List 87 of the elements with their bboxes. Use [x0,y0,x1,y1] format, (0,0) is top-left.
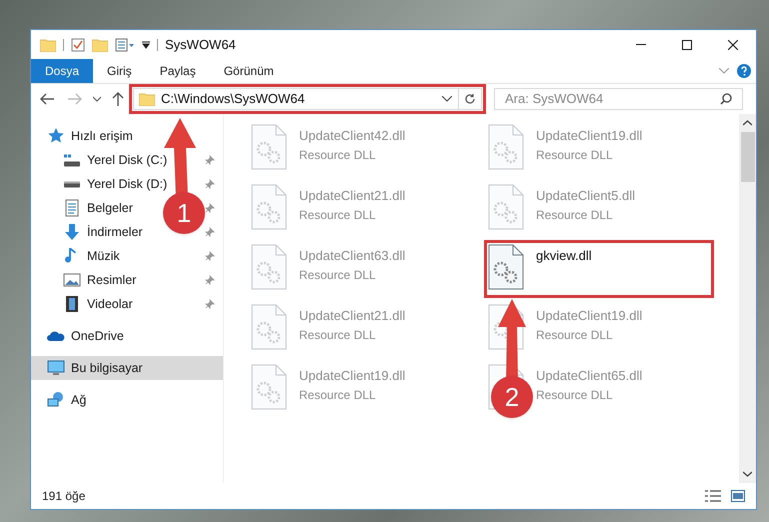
up-arrow-icon[interactable] [111,91,125,107]
sidebar-item[interactable]: Ağ [31,388,90,412]
file-type: Resource DLL [536,146,614,164]
download-arrow-icon [63,223,81,241]
minimize-icon [636,44,646,45]
maximize-icon [682,40,692,50]
network-icon [47,391,65,409]
pin-icon[interactable] [205,299,215,309]
file-type: Resource DLL [536,326,614,344]
document-icon [63,199,81,217]
dll-file-icon [488,124,524,170]
address-bar[interactable]: C:\Windows\SysWOW64 [133,88,482,110]
sidebar-item[interactable]: OneDrive [31,324,128,348]
pin-icon[interactable] [205,275,215,285]
file-name[interactable]: gkview.dll [536,246,592,266]
address-path: C:\Windows\SysWOW64 [161,90,305,108]
dll-file-icon [251,304,287,350]
dll-file-icon [251,364,287,410]
new-folder-icon [92,38,108,52]
folder-icon [139,92,155,106]
scroll-down-icon[interactable] [743,471,752,477]
ribbon-tab[interactable]: Görünüm [210,59,288,83]
search-input[interactable]: Ara: SysWOW64 [505,89,720,109]
scrollbar-thumb[interactable] [740,132,754,182]
file-type: Resource DLL [299,326,377,344]
scrollbar[interactable] [739,114,756,483]
refresh-icon[interactable] [464,93,476,105]
sidebar-label: Müzik [87,248,120,265]
sidebar-item[interactable]: Yerel Disk (C:) [31,148,172,172]
sidebar-label: Ağ [71,392,86,409]
pin-icon[interactable] [205,227,215,237]
file-type: Resource DLL [299,386,377,404]
chevron-down-icon[interactable] [442,96,452,102]
file-type: Resource DLL [536,206,614,224]
pin-icon[interactable] [205,155,215,165]
close-icon [728,40,738,50]
item-count: 191 öğe [42,488,86,505]
search-icon[interactable] [720,93,732,105]
pin-icon[interactable] [205,251,215,261]
film-icon [63,295,81,313]
file-type: Resource DLL [299,146,377,164]
window-title: SysWOW64 [165,36,236,54]
search-field[interactable]: Ara: SysWOW64 [494,88,743,110]
sidebar-item[interactable]: Bu bilgisayar [31,356,223,380]
help-icon[interactable] [737,64,751,78]
dropdown-caret-icon[interactable] [142,40,150,48]
dll-file-icon [251,184,287,230]
ribbon-tab[interactable]: Dosya [31,59,94,83]
file-type: Resource DLL [536,386,614,404]
back-arrow-icon[interactable] [39,92,55,106]
dll-file-icon [488,184,524,230]
sidebar-item[interactable]: Resimler [31,268,140,292]
scroll-up-icon[interactable] [743,120,752,126]
picture-icon [63,271,81,289]
properties-icon[interactable] [115,38,135,52]
monitor-icon [47,359,65,377]
pin-icon[interactable] [205,179,215,189]
sidebar-label: Videolar [87,296,133,313]
file-type: Resource DLL [299,206,377,224]
sidebar-item[interactable]: İndirmeler [31,220,147,244]
sidebar-item[interactable]: Belgeler [31,196,137,220]
sidebar-label: Yerel Disk (C:) [87,152,168,169]
pin-icon[interactable] [205,203,215,213]
sidebar-label: OneDrive [71,328,124,345]
sidebar-label: İndirmeler [87,224,143,241]
sidebar-item[interactable]: Videolar [31,292,137,316]
file-type: Resource DLL [299,266,377,284]
sidebar-label: Hızlı erişim [71,128,133,145]
sidebar-label: Yerel Disk (D:) [87,176,168,193]
sidebar-label: Belgeler [87,200,133,217]
dll-file-icon [488,244,524,290]
ribbon-tab[interactable]: Giriş [93,59,146,83]
star-icon [47,127,65,145]
sidebar-item[interactable]: Müzik [31,244,124,268]
sidebar-label: Resimler [87,272,136,289]
sidebar-label: Bu bilgisayar [71,360,143,377]
chevron-down-icon[interactable] [93,96,101,102]
tiles-view-icon[interactable] [731,490,745,502]
sidebar-item[interactable]: Hızlı erişim [31,124,137,148]
drive-icon [63,180,81,188]
dll-file-icon [251,244,287,290]
details-view-icon[interactable] [705,490,721,502]
checklist-icon[interactable] [71,38,85,52]
folder-icon [40,38,56,52]
ribbon-tab[interactable]: Paylaş [146,59,210,83]
drive-icon [63,154,81,166]
dll-file-icon [251,124,287,170]
